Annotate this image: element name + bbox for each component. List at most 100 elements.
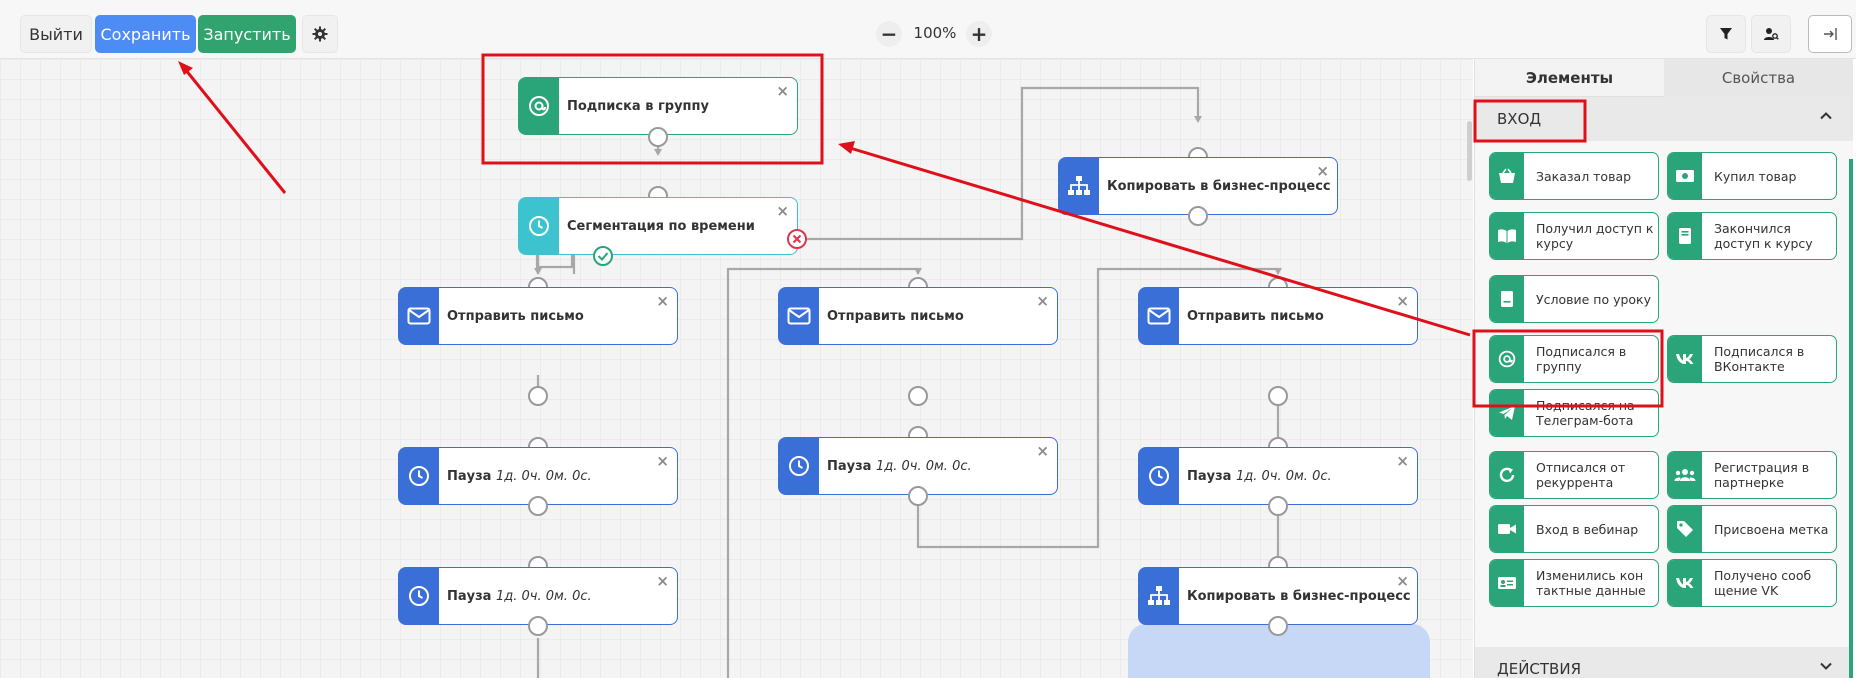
sitemap-icon [1059,158,1099,214]
envelope-icon [779,288,819,344]
filter-icon [1720,28,1732,40]
section-actions-header[interactable]: ДЕЙСТВИЯ [1475,647,1853,678]
settings-button[interactable] [302,15,338,53]
node-label: Подписка в группу [567,98,709,114]
tile-vk-message-received[interactable]: Получено сооб щение VK [1667,559,1837,607]
tile-subscribed-group[interactable]: Подписался в группу [1489,335,1659,383]
contact-card-icon [1490,560,1524,606]
cross-circle-icon[interactable] [786,228,808,250]
workflow-canvas[interactable]: Подписка в группу × Сегментация по време… [0,59,1473,678]
tile-label: Подписался в ВКонтакте [1714,344,1805,374]
output-port[interactable] [1188,206,1208,226]
node-send-email[interactable]: Отправить письмо × [1138,287,1418,345]
node-send-email[interactable]: Отправить письмо × [778,287,1058,345]
elements-panel: Элементы Свойства ВХОД Заказал товар Куп… [1474,59,1853,678]
node-label: Пауза 1д. 0ч. 0м. 0с. [447,588,592,604]
tile-label: Вход в вебинар [1536,521,1639,537]
envelope-icon [1139,288,1179,344]
close-icon[interactable]: × [776,202,789,220]
save-button[interactable]: Сохранить [95,15,196,53]
tile-label: Отписался от рекуррента [1536,460,1626,490]
tile-course-access-ended[interactable]: Закончился доступ к курсу [1667,212,1837,260]
close-icon[interactable]: × [1396,452,1409,470]
close-icon[interactable]: × [656,292,669,310]
collapse-panel-button[interactable] [1808,15,1852,53]
book-closed-icon [1668,213,1702,259]
output-port[interactable] [528,496,548,516]
close-icon[interactable]: × [776,82,789,100]
clock-icon [779,438,819,494]
tile-label: Подписался в группу [1536,344,1627,374]
tile-contact-data-changed[interactable]: Изменились кон тактные данные [1489,559,1659,607]
tile-unsubscribed-recurrent[interactable]: Отписался от рекуррента [1489,451,1659,499]
users-icon [1668,452,1702,498]
node-label: Копировать в бизнес-процесс [1107,178,1331,194]
output-port[interactable] [528,386,548,406]
node-label: Отправить письмо [827,308,964,324]
chevron-up-icon [1820,112,1832,120]
node-label: Сегментация по времени [567,218,755,234]
node-send-email[interactable]: Отправить письмо × [398,287,678,345]
user-search-icon [1764,28,1779,40]
tile-webinar-entry[interactable]: Вход в вебинар [1489,505,1659,553]
panel-scrollbar[interactable] [1849,159,1853,678]
telegram-icon [1490,390,1524,436]
section-input-header[interactable]: ВХОД [1475,97,1853,141]
output-port[interactable] [1268,616,1288,636]
basket-icon [1490,153,1524,199]
tile-label: Подписался на Телеграм-бота [1536,398,1635,428]
close-icon[interactable]: × [1316,162,1329,180]
refresh-icon [1490,452,1524,498]
output-port[interactable] [1268,496,1288,516]
user-search-button[interactable] [1751,15,1791,53]
zoom-level: 100% [913,24,957,42]
close-icon[interactable]: × [656,572,669,590]
output-port[interactable] [528,616,548,636]
node-label: Пауза 1д. 0ч. 0м. 0с. [447,468,592,484]
zoom-in-button[interactable]: + [966,21,992,47]
zoom-out-button[interactable]: − [876,21,902,47]
section-title: ДЕЙСТВИЯ [1497,660,1581,678]
run-button[interactable]: Запустить [198,15,296,53]
exit-button[interactable]: Выйти [20,15,92,53]
envelope-icon [399,288,439,344]
close-icon[interactable]: × [1396,572,1409,590]
check-circle-icon[interactable] [592,245,614,267]
tile-label: Присвоена метка [1714,521,1829,537]
tile-subscribed-telegram[interactable]: Подписался на Телеграм-бота [1489,389,1659,437]
tile-label: Изменились кон тактные данные [1536,568,1646,598]
close-icon[interactable]: × [1036,442,1049,460]
tab-elements[interactable]: Элементы [1475,59,1664,97]
panel-tabs: Элементы Свойства [1475,59,1853,97]
gear-icon [312,26,328,42]
tile-label: Заказал товар [1536,168,1632,184]
tile-label: Регистрация в партнерке [1714,460,1810,490]
vk-icon [1668,336,1702,382]
filter-button[interactable] [1706,15,1746,53]
tile-label: Условие по уроку [1536,291,1652,307]
output-port[interactable] [648,127,668,147]
tile-partner-registration[interactable]: Регистрация в партнерке [1667,451,1837,499]
node-time-segmentation[interactable]: Сегментация по времени × [518,197,798,255]
node-label: Копировать в бизнес-процесс [1187,588,1411,604]
tile-got-course-access[interactable]: Получил доступ к курсу [1489,212,1659,260]
output-port[interactable] [908,486,928,506]
section-title: ВХОД [1497,110,1542,128]
tile-subscribed-vk[interactable]: Подписался в ВКонтакте [1667,335,1837,383]
close-icon[interactable]: × [1036,292,1049,310]
tile-label: Получил доступ к курсу [1536,221,1654,251]
close-icon[interactable]: × [656,452,669,470]
tile-ordered-product[interactable]: Заказал товар [1489,152,1659,200]
video-icon [1490,506,1524,552]
tab-properties[interactable]: Свойства [1664,59,1853,97]
top-toolbar: Выйти Сохранить Запустить − 100% + [0,0,1856,59]
output-port[interactable] [1268,386,1288,406]
output-port[interactable] [908,386,928,406]
tile-tag-assigned[interactable]: Присвоена метка [1667,505,1837,553]
tile-bought-product[interactable]: Купил товар [1667,152,1837,200]
close-icon[interactable]: × [1396,292,1409,310]
at-icon [1490,336,1524,382]
node-label: Отправить письмо [447,308,584,324]
tile-lesson-condition[interactable]: Условие по уроку [1489,275,1659,323]
node-label: Пауза 1д. 0ч. 0м. 0с. [827,458,972,474]
